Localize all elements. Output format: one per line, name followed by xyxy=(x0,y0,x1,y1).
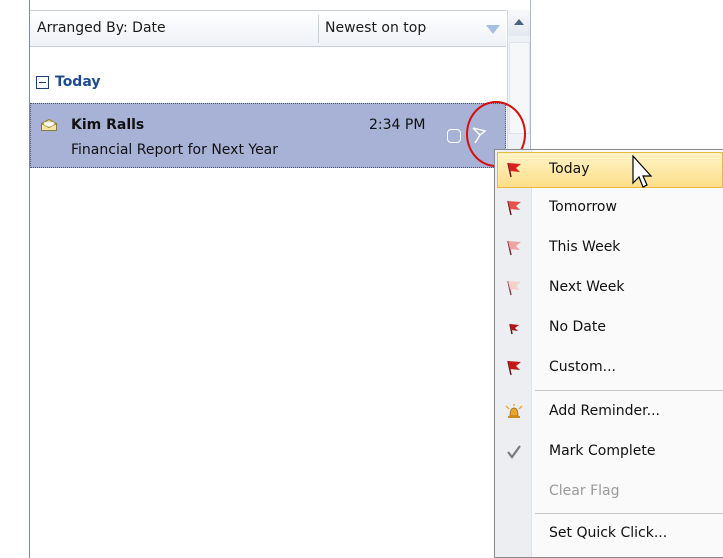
menu-item-next-week[interactable]: Next Week xyxy=(497,270,723,306)
menu-item-label: Set Quick Click... xyxy=(549,525,668,541)
bell-icon xyxy=(505,404,523,418)
header-separator xyxy=(318,15,319,43)
flag-custom-icon xyxy=(507,360,521,376)
group-label-today[interactable]: Today xyxy=(55,74,100,90)
menu-item-today[interactable]: Today xyxy=(497,152,723,188)
menu-item-clear-flag[interactable]: Clear Flag xyxy=(497,474,723,510)
menu-item-label: This Week xyxy=(549,239,621,255)
message-list-pane xyxy=(30,0,506,558)
flag-small-icon xyxy=(509,323,519,335)
flag-light-icon xyxy=(507,280,521,296)
menu-item-label: Clear Flag xyxy=(549,483,620,499)
menu-item-label: Today xyxy=(549,161,590,177)
sort-order-button[interactable]: Newest on top xyxy=(325,20,426,36)
menu-item-label: No Date xyxy=(549,319,606,335)
flag-pink-icon xyxy=(507,240,521,256)
left-frame xyxy=(0,0,29,558)
menu-item-label: Custom... xyxy=(549,359,616,375)
scroll-up-button[interactable] xyxy=(508,10,530,36)
flag-red-icon xyxy=(507,200,521,216)
category-icon[interactable] xyxy=(447,129,461,143)
mouse-pointer-icon xyxy=(632,155,653,188)
menu-item-label: Next Week xyxy=(549,279,625,295)
menu-item-custom[interactable]: Custom... xyxy=(497,350,723,386)
envelope-read-icon xyxy=(41,119,57,131)
menu-item-label: Tomorrow xyxy=(549,199,617,215)
message-subject: Financial Report for Next Year xyxy=(71,142,279,158)
chevron-down-icon[interactable] xyxy=(486,25,500,34)
menu-item-tomorrow[interactable]: Tomorrow xyxy=(497,190,723,226)
menu-item-label: Mark Complete xyxy=(549,443,656,459)
message-sender: Kim Ralls xyxy=(71,117,145,133)
menu-separator xyxy=(535,513,723,514)
arrangement-header: Arranged By: Date Newest on top xyxy=(30,10,506,47)
menu-item-label: Add Reminder... xyxy=(549,403,660,419)
menu-item-this-week[interactable]: This Week xyxy=(497,230,723,266)
message-row[interactable]: Kim Ralls 2:34 PM Financial Report for N… xyxy=(30,103,506,168)
message-time: 2:34 PM xyxy=(369,117,426,133)
menu-item-set-quick-click[interactable]: Set Quick Click... xyxy=(497,516,723,552)
arrow-up-icon xyxy=(514,19,524,25)
flag-context-menu: Today Tomorrow This Week Next Week No Da… xyxy=(494,149,723,558)
flag-red-icon xyxy=(507,162,521,178)
collapse-group-icon[interactable] xyxy=(36,76,49,89)
menu-item-mark-complete[interactable]: Mark Complete xyxy=(497,434,723,470)
menu-separator xyxy=(535,390,723,391)
arranged-by-button[interactable]: Arranged By: Date xyxy=(37,20,166,36)
menu-item-no-date[interactable]: No Date xyxy=(497,310,723,346)
checkmark-icon xyxy=(507,445,521,459)
menu-item-add-reminder[interactable]: Add Reminder... xyxy=(497,394,723,430)
